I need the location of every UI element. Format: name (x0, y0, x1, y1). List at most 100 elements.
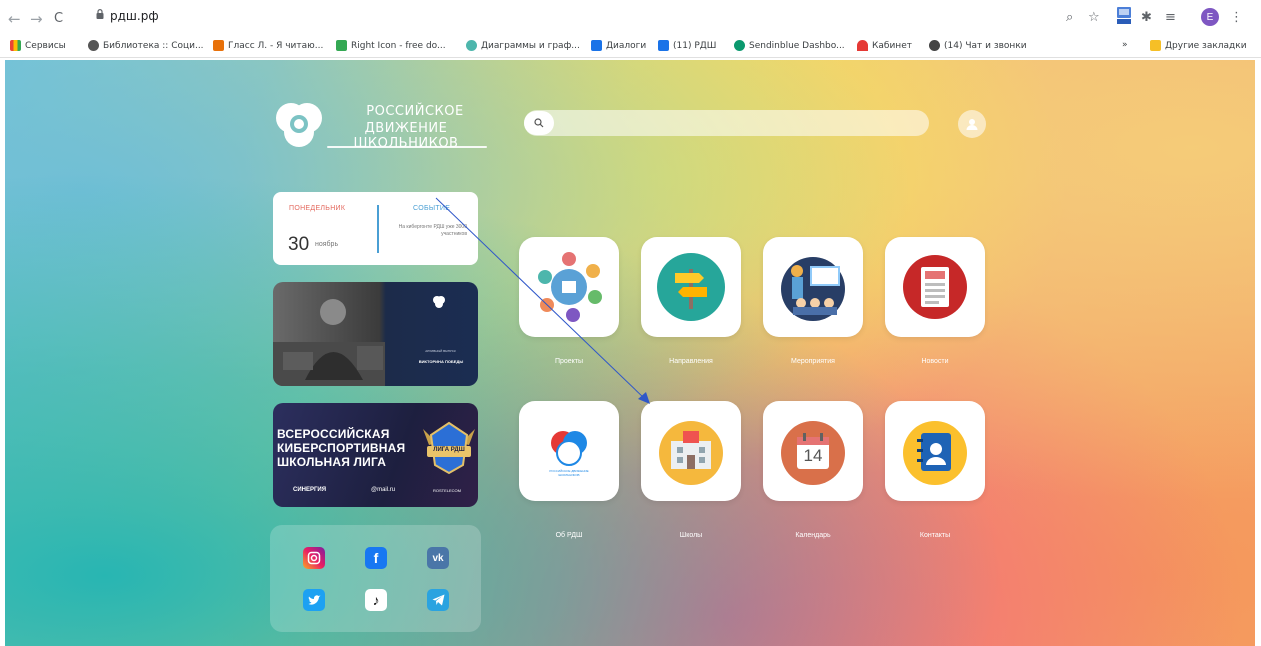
bookmark-item[interactable]: Sendinblue Dashbo... (734, 40, 845, 51)
tile-about[interactable]: РОССИЙСКОЕ ДВИЖЕНИЕ ШКОЛЬНИКОВ (519, 401, 619, 501)
soldier-photo (273, 299, 385, 386)
other-bookmarks-folder[interactable]: Другие закладки (1150, 40, 1247, 51)
date-event-card[interactable]: ПОНЕДЕЛЬНИК 30 ноябрь СОБЫТИЕ На киберго… (273, 192, 478, 265)
esports-league-banner[interactable]: ВСЕРОССИЙСКАЯ КИБЕРСПОРТИВНАЯ ШКОЛЬНАЯ Л… (273, 403, 478, 507)
newspaper-icon (903, 255, 967, 319)
profile-avatar[interactable]: E (1201, 8, 1219, 26)
tile-label-about: Об РДШ (555, 532, 583, 539)
banner-title-line3: ШКОЛЬНАЯ ЛИГА (277, 455, 387, 469)
right-icon-logo (336, 40, 347, 51)
bookmark-label: Сервисы (25, 40, 66, 51)
sendinblue-icon (734, 40, 745, 51)
bookmark-item[interactable]: Диалоги (591, 40, 646, 51)
tiktok-icon[interactable]: ♪ (365, 589, 387, 611)
tile-label-directions: Направления (669, 358, 713, 365)
cabinet-icon (857, 40, 868, 51)
projects-icon (538, 252, 602, 322)
telegram-icon[interactable] (427, 589, 449, 611)
tile-label-calendar: Календарь (795, 532, 831, 539)
page-viewport: РОССИЙСКОЕ ДВИЖЕНИЕ ШКОЛЬНИКОВ ПОНЕДЕЛЬН… (5, 60, 1255, 646)
lock-icon (96, 9, 104, 19)
twitter-icon[interactable] (303, 589, 325, 611)
reload-button[interactable]: C (54, 11, 63, 26)
card-divider (377, 205, 379, 253)
school-building-icon (659, 421, 723, 485)
presentation-icon (781, 257, 845, 321)
bookmark-item[interactable]: Библиотека :: Соци... (88, 40, 204, 51)
calendar-date-number: 14 (803, 446, 823, 465)
bookmark-label: (14) Чат и звонки (944, 40, 1027, 51)
bookmark-label: Right Icon - free do... (351, 40, 446, 51)
tile-events[interactable] (763, 237, 863, 337)
address-bar[interactable]: рдш.рф (110, 9, 159, 23)
bookmarks-bar: Сервисы Библиотека :: Соци... Гласс Л. -… (0, 36, 1261, 58)
search-button[interactable] (524, 111, 554, 135)
logo-underline (327, 146, 487, 148)
tile-label-contacts: Контакты (919, 532, 951, 539)
month-label: ноябрь (315, 241, 339, 248)
bookmark-label: Диалоги (606, 40, 647, 51)
search-input[interactable] (524, 110, 929, 136)
forward-button[interactable]: → (30, 10, 43, 28)
extension-icon[interactable] (1116, 5, 1132, 25)
bookmark-item[interactable]: Right Icon - free do... (336, 40, 446, 51)
bookmarks-overflow-button[interactable]: » (1122, 40, 1128, 50)
bookmark-label: Диаграммы и граф... (481, 40, 580, 51)
bookmark-item[interactable]: (14) Чат и звонки (929, 40, 1027, 51)
bookmark-item[interactable]: (11) РДШ (658, 40, 716, 51)
partner-mail: @mail.ru (371, 487, 396, 493)
extensions-puzzle-icon[interactable]: ✱ (1141, 7, 1152, 27)
reading-list-icon[interactable]: ≡ (1165, 7, 1176, 27)
tile-schools[interactable] (641, 401, 741, 501)
banner-caption: ВИКТОРИНА ПОБЕДЫ (418, 359, 464, 364)
back-button[interactable]: ← (8, 10, 21, 28)
bookmark-label: Библиотека :: Соци... (103, 40, 204, 51)
vk-icon[interactable]: vk (427, 547, 449, 569)
facebook-icon[interactable]: f (365, 547, 387, 569)
tile-label-projects: Проекты (554, 358, 584, 365)
folder-icon (1150, 40, 1161, 51)
search-icon (534, 118, 544, 128)
vk-icon (658, 40, 669, 51)
user-avatar-button[interactable] (958, 110, 986, 138)
event-label: СОБЫТИЕ (413, 205, 451, 212)
tile-label-schools: Школы (679, 532, 703, 539)
chart-icon (466, 40, 477, 51)
chat-icon (591, 40, 602, 51)
tile-calendar[interactable]: 14 (763, 401, 863, 501)
apps-grid-icon (10, 40, 21, 51)
rdsh-small-logo-icon (433, 296, 445, 308)
globe-icon (88, 40, 99, 51)
zoom-icon[interactable]: ⌕ (1066, 7, 1073, 27)
bookmark-item[interactable]: Кабинет (857, 40, 912, 51)
document-icon (213, 40, 224, 51)
address-book-icon (903, 421, 967, 485)
user-icon (966, 119, 978, 130)
instagram-icon[interactable] (303, 547, 325, 569)
bookmark-item[interactable]: Диаграммы и граф... (466, 40, 580, 51)
tile-label-events: Мероприятия (791, 358, 835, 365)
browser-toolbar: ← → C рдш.рф ⌕ ☆ ✱ ≡ E ⋮ (0, 0, 1261, 36)
bookmark-label: (11) РДШ (673, 40, 717, 51)
annotation-arrow (435, 197, 650, 404)
victory-quiz-banner[interactable]: АРХИВНЫЙ ВЫПУСК ВИКТОРИНА ПОБЕДЫ (273, 282, 478, 386)
bookmark-star-icon[interactable]: ☆ (1088, 7, 1100, 27)
bookmark-apps[interactable]: Сервисы (10, 40, 66, 51)
signpost-icon (657, 253, 725, 321)
bookmark-item[interactable]: Гласс Л. - Я читаю... (213, 40, 323, 51)
tile-directions[interactable] (641, 237, 741, 337)
day-number: 30 (288, 234, 310, 255)
banner-title-line1: ВСЕРОССИЙСКАЯ (277, 427, 390, 441)
bookmark-label: Гласс Л. - Я читаю... (228, 40, 324, 51)
logo-title-line1: РОССИЙСКОЕ (366, 104, 464, 119)
tile-contacts[interactable] (885, 401, 985, 501)
rdsh-logo-icon[interactable] (272, 98, 326, 152)
chat-arrow-icon (929, 40, 940, 51)
menu-kebab-icon[interactable]: ⋮ (1230, 7, 1243, 27)
tile-news[interactable] (885, 237, 985, 337)
bookmark-label: Sendinblue Dashbo... (749, 40, 845, 51)
banner-title-line2: КИБЕРСПОРТИВНАЯ (277, 441, 406, 455)
tile-projects[interactable] (519, 237, 619, 337)
social-links-panel: f vk ♪ (270, 525, 481, 632)
partner-synergy: СИНЕРГИЯ (293, 487, 327, 493)
